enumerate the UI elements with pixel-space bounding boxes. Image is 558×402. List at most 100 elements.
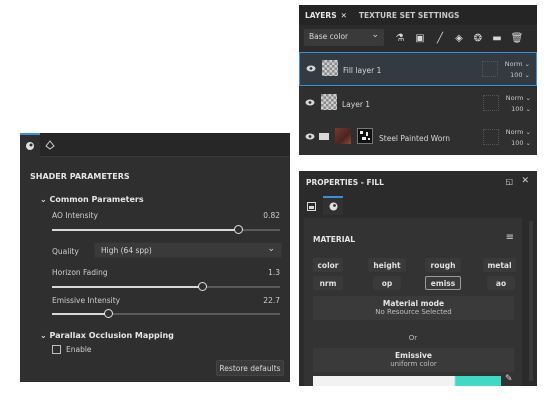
layer-mask-slot[interactable] bbox=[483, 95, 499, 111]
emissive-intensity-label: Emissive Intensity bbox=[52, 296, 121, 305]
horizon-fading-label: Horizon Fading bbox=[52, 268, 108, 277]
tab-material-properties[interactable] bbox=[323, 196, 343, 215]
horizon-fading-slider[interactable] bbox=[52, 282, 280, 291]
tab-layers[interactable]: LAYERS ✕ bbox=[299, 5, 353, 25]
paint-brush-icon[interactable]: ╱ bbox=[433, 31, 447, 45]
material-thumbnail bbox=[335, 128, 351, 144]
horizon-fading-fill bbox=[52, 286, 202, 288]
close-icon[interactable]: ✕ bbox=[341, 11, 347, 20]
layer-row-folder[interactable]: Steel Painted Worn Norm ⌄ 100 ⌄ bbox=[299, 121, 537, 155]
properties-header: PROPERTIES - FILL ◱ ✕ bbox=[299, 171, 537, 193]
or-label: Or bbox=[408, 334, 418, 342]
chevron-down-icon: ⌄ bbox=[40, 331, 47, 340]
quality-select[interactable]: High (64 spp) ⌄ bbox=[94, 242, 282, 258]
tab-shader[interactable] bbox=[20, 133, 40, 157]
ao-intensity-fill bbox=[52, 229, 238, 231]
horizon-fading-knob[interactable] bbox=[198, 282, 207, 291]
trash-icon[interactable]: 🗑 bbox=[510, 31, 524, 45]
emissive-sub: uniform color bbox=[390, 360, 437, 368]
channel-toggle-op[interactable]: op bbox=[373, 276, 401, 290]
emissive-intensity-knob[interactable] bbox=[104, 309, 113, 318]
fill-bucket-icon[interactable]: ◈ bbox=[452, 31, 466, 45]
shader-section-title: SHADER PARAMETERS bbox=[30, 172, 130, 181]
shader-parameters-panel: SHADER PARAMETERS ⌄ Common Parameters AO… bbox=[20, 133, 290, 382]
channel-toggle-emiss[interactable]: emiss bbox=[425, 276, 461, 290]
chevron-down-icon: ⌄ bbox=[40, 195, 47, 204]
layer-name[interactable]: Steel Painted Worn bbox=[379, 134, 450, 143]
material-menu-icon[interactable]: ≡ bbox=[506, 232, 514, 243]
fill-layer-icon bbox=[306, 201, 316, 211]
properties-panel: PROPERTIES - FILL ◱ ✕ MATERIAL ≡ color h… bbox=[299, 171, 537, 386]
close-icon[interactable]: ✕ bbox=[521, 176, 529, 186]
eye-icon[interactable] bbox=[306, 65, 316, 72]
shader-sphere-icon bbox=[26, 142, 34, 150]
enable-label: Enable bbox=[66, 345, 92, 354]
add-effect-icon[interactable]: ⚗ bbox=[393, 31, 407, 45]
folder-icon bbox=[319, 133, 329, 140]
channel-toggle-color[interactable]: color bbox=[313, 258, 343, 272]
layer-blend[interactable]: Norm ⌄ 100 ⌄ bbox=[505, 59, 530, 81]
layers-panel: LAYERS ✕ TEXTURE SET SETTINGS Base color… bbox=[299, 5, 537, 155]
emissive-intensity-fill bbox=[52, 313, 108, 315]
smart-material-icon[interactable]: ❂ bbox=[471, 31, 485, 45]
layers-toolbar: Base color ⌄ ⚗ ▣ ╱ ◈ ❂ ▬ 🗑 bbox=[299, 25, 537, 51]
channel-toggle-rough[interactable]: rough bbox=[425, 258, 461, 272]
chevron-down-icon: ⌄ bbox=[267, 244, 275, 254]
properties-title: PROPERTIES - FILL bbox=[306, 178, 384, 187]
layers-tabbar: LAYERS ✕ TEXTURE SET SETTINGS bbox=[299, 5, 537, 25]
channel-toggle-nrm[interactable]: nrm bbox=[313, 276, 343, 290]
channel-toggle-ao[interactable]: ao bbox=[487, 276, 515, 290]
quality-label: Quality bbox=[52, 247, 79, 256]
maximize-icon[interactable]: ◱ bbox=[505, 177, 513, 186]
material-mode-picker[interactable]: Material mode No Resource Selected bbox=[313, 296, 514, 320]
layer-blend[interactable]: Norm ⌄ 100 ⌄ bbox=[506, 127, 531, 149]
material-label: MATERIAL bbox=[313, 235, 356, 244]
parallax-group[interactable]: ⌄ Parallax Occlusion Mapping bbox=[40, 331, 174, 340]
shader-tabbar bbox=[20, 133, 290, 157]
layer-row-paint[interactable]: Layer 1 Norm ⌄ 100 ⌄ bbox=[299, 87, 537, 121]
emissive-intensity-slider[interactable] bbox=[52, 309, 280, 318]
enable-checkbox[interactable] bbox=[52, 345, 61, 354]
tab-texture-set-settings[interactable]: TEXTURE SET SETTINGS bbox=[353, 5, 466, 25]
ao-intensity-slider[interactable] bbox=[52, 225, 280, 234]
channel-select-value: Base color bbox=[309, 32, 349, 41]
horizon-fading-value[interactable]: 1.3 bbox=[268, 268, 280, 277]
environment-icon bbox=[45, 140, 55, 150]
emissive-title: Emissive bbox=[395, 351, 432, 360]
layer-row-fill[interactable]: Fill layer 1 Norm ⌄ 100 ⌄ bbox=[299, 52, 537, 86]
quality-select-value: High (64 spp) bbox=[101, 246, 152, 255]
tab-layers-label: LAYERS bbox=[305, 10, 337, 20]
layer-blend[interactable]: Norm ⌄ 100 ⌄ bbox=[506, 93, 531, 115]
mask-thumbnail bbox=[357, 128, 373, 144]
ao-intensity-label: AO Intensity bbox=[52, 211, 98, 220]
channel-toggle-metal[interactable]: metal bbox=[483, 258, 516, 272]
layer-name[interactable]: Layer 1 bbox=[342, 100, 370, 109]
channel-select[interactable]: Base color ⌄ bbox=[304, 29, 384, 46]
material-mode-sub: No Resource Selected bbox=[375, 308, 452, 316]
common-parameters-group[interactable]: ⌄ Common Parameters bbox=[40, 195, 144, 204]
ao-intensity-knob[interactable] bbox=[234, 225, 243, 234]
ao-intensity-value[interactable]: 0.82 bbox=[263, 211, 280, 220]
emissive-color-swatch[interactable] bbox=[313, 376, 501, 386]
add-mask-icon[interactable]: ▣ bbox=[413, 31, 427, 45]
eye-icon[interactable] bbox=[305, 99, 315, 106]
layer-mask-slot[interactable] bbox=[482, 61, 498, 77]
restore-defaults-button[interactable]: Restore defaults bbox=[216, 360, 284, 376]
eyedropper-icon[interactable]: ✎ bbox=[505, 374, 513, 384]
layer-name[interactable]: Fill layer 1 bbox=[343, 66, 381, 75]
folder-icon[interactable]: ▬ bbox=[490, 31, 504, 45]
tab-fill-properties[interactable] bbox=[304, 198, 318, 214]
layer-thumbnail bbox=[322, 60, 338, 76]
emissive-intensity-value[interactable]: 22.7 bbox=[263, 296, 280, 305]
properties-scrollbar[interactable] bbox=[529, 221, 533, 381]
material-mode-title: Material mode bbox=[382, 299, 445, 308]
emissive-picker[interactable]: Emissive uniform color bbox=[313, 348, 514, 372]
material-sphere-icon bbox=[329, 202, 337, 211]
layer-mask-slot[interactable] bbox=[483, 129, 499, 145]
chevron-down-icon: ⌄ bbox=[371, 30, 379, 40]
eye-icon[interactable] bbox=[305, 133, 315, 140]
channel-toggle-height[interactable]: height bbox=[368, 258, 406, 272]
material-section: MATERIAL ≡ color height rough metal nrm … bbox=[304, 218, 522, 386]
tab-environment[interactable] bbox=[40, 133, 60, 157]
layer-thumbnail bbox=[321, 94, 337, 110]
